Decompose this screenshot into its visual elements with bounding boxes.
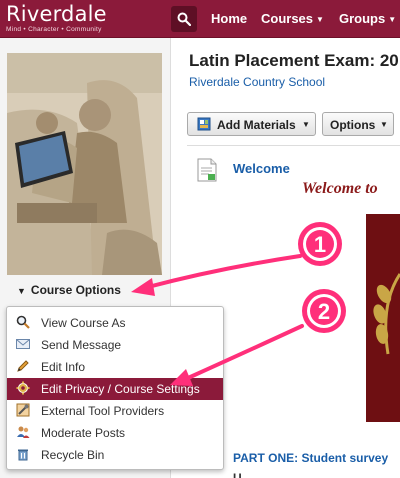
- add-materials-button[interactable]: Add Materials ▼: [187, 112, 316, 136]
- nav-courses[interactable]: Courses ▼: [261, 11, 324, 26]
- menu-item-edit-privacy-course-settings[interactable]: Edit Privacy / Course Settings: [7, 378, 223, 400]
- divider: [187, 145, 400, 146]
- welcome-heading: Welcome to: [302, 180, 378, 197]
- page-title: Latin Placement Exam: 20: [189, 51, 399, 70]
- document-icon: [197, 158, 217, 182]
- triangle-down-icon: ▼: [17, 286, 26, 296]
- gear-icon: [16, 381, 30, 395]
- chevron-down-icon: ▼: [380, 120, 388, 129]
- chevron-down-icon: ▼: [388, 15, 397, 24]
- options-button[interactable]: Options ▼: [322, 112, 394, 136]
- nav-groups-label: Groups: [339, 11, 386, 26]
- menu-item-label: View Course As: [41, 316, 126, 330]
- menu-item-label: Edit Info: [41, 360, 86, 374]
- nav-groups[interactable]: Groups ▼: [339, 11, 396, 26]
- nav-home-label: Home: [211, 11, 248, 26]
- part-one-link[interactable]: PART ONE: Student survey: [233, 451, 388, 465]
- body-text: U: [233, 471, 242, 478]
- chevron-down-icon: ▼: [302, 120, 310, 129]
- course-options-label: Course Options: [30, 283, 121, 297]
- school-logo[interactable]: Riverdale Mind • Character • Community: [6, 2, 107, 34]
- chevron-down-icon: ▼: [316, 15, 324, 24]
- tools-icon: [16, 403, 30, 417]
- recycle-bin-icon: [18, 449, 28, 461]
- welcome-link[interactable]: Welcome: [233, 161, 290, 176]
- magnifier-icon: [16, 315, 30, 329]
- nav-home[interactable]: Home: [211, 11, 247, 26]
- menu-item-label: Send Message: [41, 338, 122, 352]
- course-profile-image: [7, 53, 162, 275]
- add-materials-label: Add Materials: [217, 118, 296, 132]
- menu-item-label: Edit Privacy / Course Settings: [41, 382, 200, 396]
- menu-item-label: Recycle Bin: [41, 448, 105, 462]
- add-materials-icon: [197, 117, 211, 131]
- menu-item-label: Moderate Posts: [41, 426, 126, 440]
- envelope-icon: [16, 339, 30, 349]
- welcome-banner-image: [366, 214, 400, 422]
- course-options-menu: View Course As Send Message Edit Info Ed…: [6, 306, 224, 470]
- top-navigation-bar: Riverdale Mind • Character • Community H…: [0, 0, 400, 38]
- menu-item-moderate-posts[interactable]: Moderate Posts: [7, 422, 223, 444]
- options-label: Options: [330, 118, 376, 132]
- school-link[interactable]: Riverdale Country School: [189, 75, 325, 89]
- menu-item-edit-info[interactable]: Edit Info: [7, 356, 223, 378]
- course-options-toggle[interactable]: ▼ Course Options: [17, 283, 121, 297]
- brand-name: Riverdale: [6, 2, 107, 26]
- pencil-icon: [17, 360, 29, 372]
- search-icon: [177, 12, 191, 26]
- search-button[interactable]: [171, 6, 197, 32]
- menu-item-view-course-as[interactable]: View Course As: [7, 312, 223, 334]
- menu-item-label: External Tool Providers: [41, 404, 165, 418]
- menu-item-recycle-bin[interactable]: Recycle Bin: [7, 444, 223, 466]
- brand-tagline: Mind • Character • Community: [6, 26, 102, 33]
- menu-item-external-tool-providers[interactable]: External Tool Providers: [7, 400, 223, 422]
- nav-courses-label: Courses: [261, 11, 314, 26]
- people-icon: [17, 426, 30, 438]
- menu-item-send-message[interactable]: Send Message: [7, 334, 223, 356]
